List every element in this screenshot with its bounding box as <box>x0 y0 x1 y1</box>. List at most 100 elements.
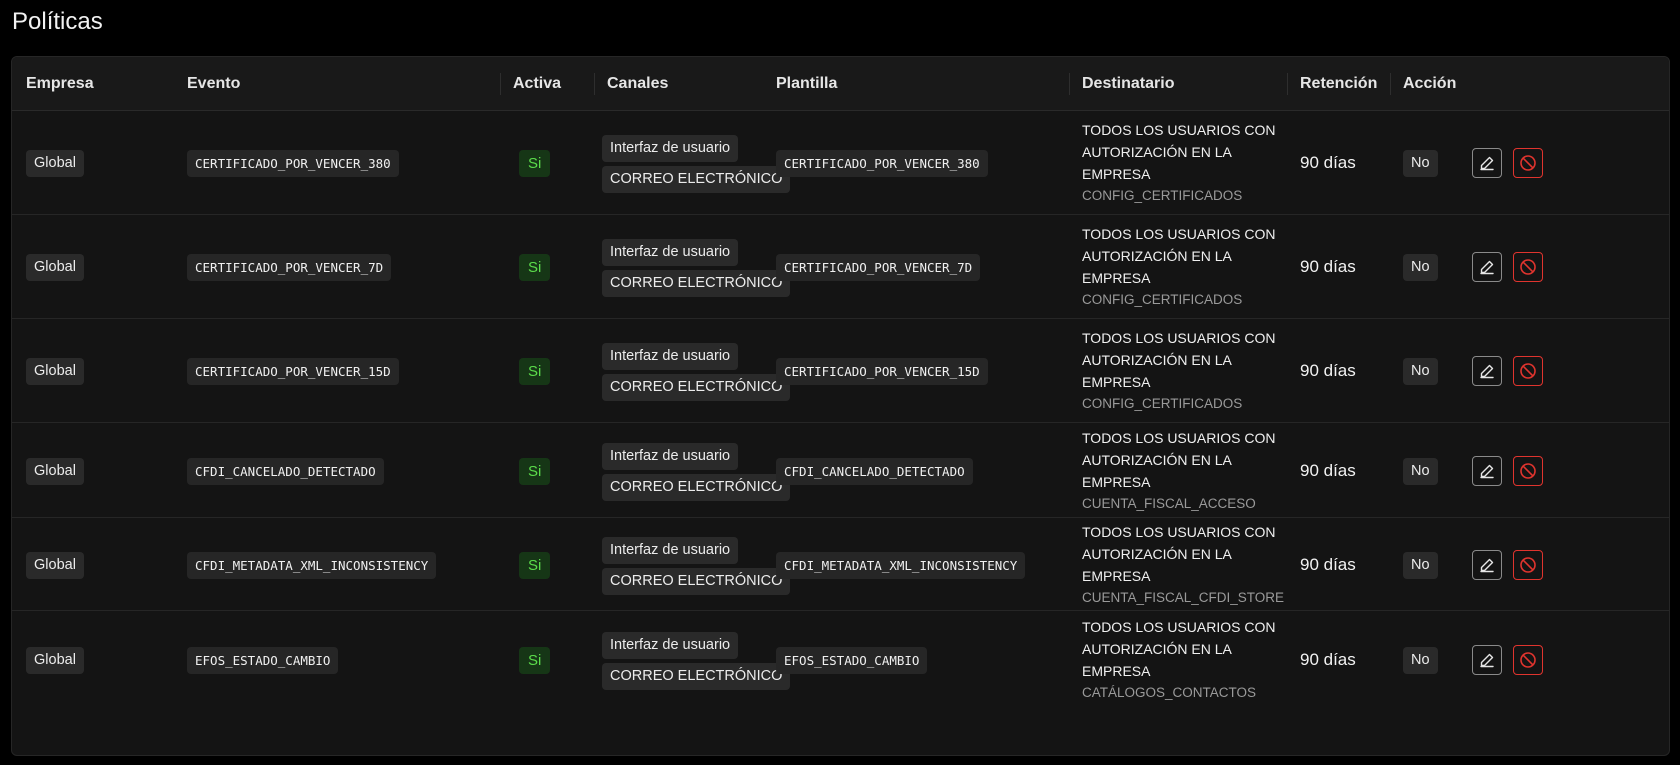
policies-table: Empresa Evento Activa Canales Plantilla … <box>11 56 1670 756</box>
table-row: Global CERTIFICADO_POR_VENCER_380 Si Interf… <box>12 111 1669 215</box>
plantilla-code: EFOS_ESTADO_CAMBIO <box>776 647 928 674</box>
channel-chip-email: CORREO ELECTRÓNICO <box>602 270 791 297</box>
block-icon <box>1519 258 1537 276</box>
col-header-canales[interactable]: Canales <box>607 57 668 111</box>
empresa-chip: Global <box>26 358 84 385</box>
channel-chip-ui: Interfaz de usuario <box>602 135 739 162</box>
recipient-text: TODOS LOS USUARIOS CON AUTORIZACIÓN EN L… <box>1082 430 1276 490</box>
plantilla-code: CFDI_METADATA_XML_INCONSISTENCY <box>776 552 1026 579</box>
col-header-empresa[interactable]: Empresa <box>26 57 94 111</box>
retention-value: 90 días <box>1300 555 1356 574</box>
col-header-destinatario[interactable]: Destinatario <box>1082 57 1174 111</box>
col-divider <box>1069 73 1070 95</box>
recipient-permission: CUENTA_FISCAL_ACCESO <box>1082 496 1256 511</box>
plantilla-code: CERTIFICADO_POR_VENCER_15D <box>776 358 988 385</box>
channels-list: Interfaz de usuario CORREO ELECTRÓNICO <box>602 135 791 193</box>
active-badge: Si <box>519 254 551 281</box>
recipient-permission: CONFIG_CERTIFICADOS <box>1082 292 1243 307</box>
recipient-block: TODOS LOS USUARIOS CON AUTORIZACIÓN EN L… <box>1082 327 1282 415</box>
pencil-edit-icon <box>1479 557 1495 573</box>
table-row: Global EFOS_ESTADO_CAMBIO Si Interfaz de us… <box>12 611 1669 708</box>
empresa-chip: Global <box>26 458 84 485</box>
channel-chip-ui: Interfaz de usuario <box>602 443 739 470</box>
disable-button[interactable] <box>1513 645 1543 675</box>
col-divider <box>1390 73 1391 95</box>
recipient-text: TODOS LOS USUARIOS CON AUTORIZACIÓN EN L… <box>1082 619 1276 679</box>
pencil-edit-icon <box>1479 363 1495 379</box>
empresa-chip: Global <box>26 254 84 281</box>
channel-chip-email: CORREO ELECTRÓNICO <box>602 166 791 193</box>
channels-list: Interfaz de usuario CORREO ELECTRÓNICO <box>602 443 791 501</box>
evento-code: EFOS_ESTADO_CAMBIO <box>187 647 339 674</box>
table-row: Global CERTIFICADO_POR_VENCER_7D Si Interfa… <box>12 215 1669 319</box>
block-icon <box>1519 556 1537 574</box>
active-badge: Si <box>519 150 551 177</box>
table-header: Empresa Evento Activa Canales Plantilla … <box>12 57 1669 111</box>
edit-button[interactable] <box>1472 550 1502 580</box>
channel-chip-ui: Interfaz de usuario <box>602 239 739 266</box>
recipient-permission: CONFIG_CERTIFICADOS <box>1082 396 1243 411</box>
action-value: No <box>1403 254 1438 281</box>
disable-button[interactable] <box>1513 148 1543 178</box>
table-row: Global CFDI_METADATA_XML_INCONSISTENCY Si I… <box>12 518 1669 611</box>
evento-code: CERTIFICADO_POR_VENCER_15D <box>187 358 399 385</box>
edit-button[interactable] <box>1472 148 1502 178</box>
retention-value: 90 días <box>1300 257 1356 276</box>
recipient-text: TODOS LOS USUARIOS CON AUTORIZACIÓN EN L… <box>1082 122 1276 182</box>
recipient-block: TODOS LOS USUARIOS CON AUTORIZACIÓN EN L… <box>1082 427 1282 515</box>
recipient-text: TODOS LOS USUARIOS CON AUTORIZACIÓN EN L… <box>1082 524 1276 584</box>
retention-value: 90 días <box>1300 153 1356 172</box>
col-header-evento[interactable]: Evento <box>187 57 240 111</box>
block-icon <box>1519 462 1537 480</box>
disable-button[interactable] <box>1513 356 1543 386</box>
active-badge: Si <box>519 458 551 485</box>
recipient-block: TODOS LOS USUARIOS CON AUTORIZACIÓN EN L… <box>1082 521 1284 609</box>
recipient-block: TODOS LOS USUARIOS CON AUTORIZACIÓN EN L… <box>1082 616 1282 704</box>
recipient-permission: CONFIG_CERTIFICADOS <box>1082 188 1243 203</box>
col-header-activa[interactable]: Activa <box>513 57 561 111</box>
disable-button[interactable] <box>1513 456 1543 486</box>
action-value: No <box>1403 358 1438 385</box>
channel-chip-ui: Interfaz de usuario <box>602 537 739 564</box>
channel-chip-ui: Interfaz de usuario <box>602 632 739 659</box>
channel-chip-ui: Interfaz de usuario <box>602 343 739 370</box>
retention-value: 90 días <box>1300 461 1356 480</box>
table-row: Global CFDI_CANCELADO_DETECTADO Si Interfaz… <box>12 423 1669 518</box>
action-value: No <box>1403 458 1438 485</box>
edit-button[interactable] <box>1472 456 1502 486</box>
action-value: No <box>1403 647 1438 674</box>
active-badge: Si <box>519 647 551 674</box>
action-value: No <box>1403 150 1438 177</box>
col-divider <box>500 73 501 95</box>
disable-button[interactable] <box>1513 252 1543 282</box>
col-header-accion[interactable]: Acción <box>1403 57 1456 111</box>
empresa-chip: Global <box>26 552 84 579</box>
col-header-retencion[interactable]: Retención <box>1300 57 1377 111</box>
recipient-block: TODOS LOS USUARIOS CON AUTORIZACIÓN EN L… <box>1082 119 1282 207</box>
pencil-edit-icon <box>1479 259 1495 275</box>
channels-list: Interfaz de usuario CORREO ELECTRÓNICO <box>602 343 791 401</box>
plantilla-code: CERTIFICADO_POR_VENCER_380 <box>776 150 988 177</box>
edit-button[interactable] <box>1472 252 1502 282</box>
page-title: Políticas <box>12 8 103 35</box>
edit-button[interactable] <box>1472 645 1502 675</box>
plantilla-code: CFDI_CANCELADO_DETECTADO <box>776 458 973 485</box>
active-badge: Si <box>519 552 551 579</box>
channels-list: Interfaz de usuario CORREO ELECTRÓNICO <box>602 239 791 297</box>
block-icon <box>1519 154 1537 172</box>
channel-chip-email: CORREO ELECTRÓNICO <box>602 374 791 401</box>
channel-chip-email: CORREO ELECTRÓNICO <box>602 568 791 595</box>
recipient-block: TODOS LOS USUARIOS CON AUTORIZACIÓN EN L… <box>1082 223 1282 311</box>
col-header-plantilla[interactable]: Plantilla <box>776 57 837 111</box>
channels-list: Interfaz de usuario CORREO ELECTRÓNICO <box>602 537 791 595</box>
disable-button[interactable] <box>1513 550 1543 580</box>
pencil-edit-icon <box>1479 652 1495 668</box>
channels-list: Interfaz de usuario CORREO ELECTRÓNICO <box>602 632 791 690</box>
edit-button[interactable] <box>1472 356 1502 386</box>
empresa-chip: Global <box>26 647 84 674</box>
channel-chip-email: CORREO ELECTRÓNICO <box>602 474 791 501</box>
plantilla-code: CERTIFICADO_POR_VENCER_7D <box>776 254 981 281</box>
evento-code: CFDI_METADATA_XML_INCONSISTENCY <box>187 552 437 579</box>
evento-code: CFDI_CANCELADO_DETECTADO <box>187 458 384 485</box>
retention-value: 90 días <box>1300 650 1356 669</box>
